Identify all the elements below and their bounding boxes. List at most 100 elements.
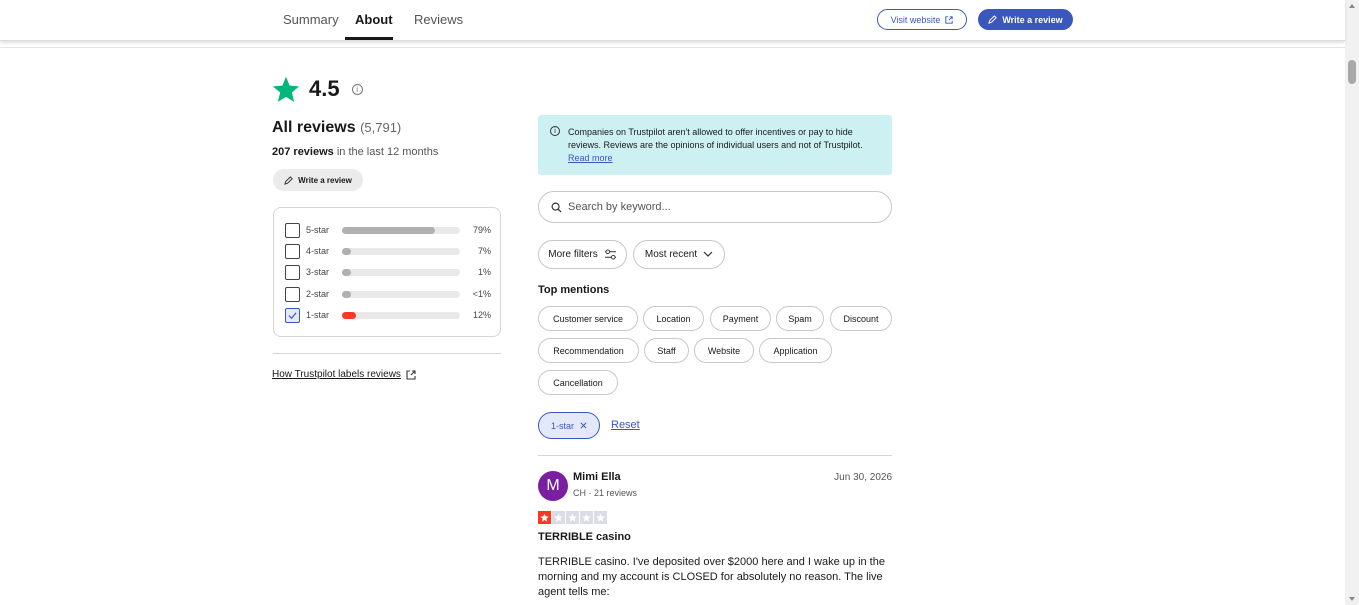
- star-filter-panel: 5-star 79% 4-star 7% 3-star 1% 2-star <1…: [273, 207, 501, 337]
- active-tab-indicator: [345, 37, 393, 40]
- star-filter-bar: [342, 226, 460, 234]
- star-filter-label: 5-star: [306, 225, 330, 235]
- mention-chip[interactable]: Cancellation: [538, 370, 618, 395]
- scroll-up-arrow-icon[interactable]: [1349, 4, 1355, 8]
- star-filter-label: 3-star: [306, 267, 330, 277]
- recent-reviews-count: 207 reviews: [272, 146, 334, 158]
- star-filter-label: 1-star: [306, 310, 330, 320]
- how-trustpilot-labels-link[interactable]: How Trustpilot labels reviews: [272, 369, 416, 380]
- page-scrollbar[interactable]: [1345, 0, 1359, 605]
- info-icon[interactable]: i: [351, 83, 363, 95]
- write-review-button-top[interactable]: Write a review: [978, 9, 1073, 30]
- top-navigation: Summary About Reviews Visit website Writ…: [0, 0, 1345, 41]
- star-filter-percent: 79%: [472, 225, 491, 235]
- star-filter-checkbox[interactable]: [285, 222, 300, 238]
- star-filter-percent: 7%: [477, 246, 491, 256]
- pencil-icon: [988, 15, 998, 24]
- star-filter-percent: 12%: [472, 310, 491, 320]
- review-star-icon: [538, 511, 551, 524]
- star-filter-checkbox[interactable]: [285, 264, 300, 280]
- divider: [273, 353, 501, 354]
- rating-summary: 4.5 i: [272, 75, 363, 103]
- star-filter-row[interactable]: 2-star <1%: [285, 286, 491, 302]
- review-date: Jun 30, 2026: [834, 472, 892, 483]
- active-filter-chip[interactable]: 1-star: [538, 412, 600, 439]
- review-title[interactable]: TERRIBLE casino: [538, 531, 631, 543]
- visit-website-button[interactable]: Visit website: [877, 9, 967, 30]
- avatar[interactable]: M: [538, 471, 568, 501]
- all-reviews-label: All reviews: [272, 119, 356, 136]
- review-body[interactable]: TERRIBLE casino. I've deposited over $20…: [538, 555, 892, 600]
- more-filters-button[interactable]: More filters: [538, 240, 627, 269]
- mention-chip[interactable]: Discount: [830, 306, 892, 331]
- star-filter-bar: [342, 247, 460, 255]
- star-filter-row[interactable]: 5-star 79%: [285, 222, 491, 238]
- star-filter-bar-fill: [342, 268, 351, 276]
- star-filter-percent: <1%: [472, 289, 491, 299]
- recent-reviews-summary: 207 reviews in the last 12 months: [272, 146, 438, 158]
- all-reviews-heading: All reviews (5,791): [272, 119, 401, 137]
- section-separator: [0, 47, 1345, 48]
- review-star-rating: [538, 511, 607, 524]
- recent-reviews-suffix: in the last 12 months: [333, 146, 439, 158]
- star-filter-bar: [342, 311, 460, 319]
- star-filter-row[interactable]: 1-star 12%: [285, 307, 491, 323]
- star-filter-bar-fill: [342, 290, 351, 298]
- tab-reviews[interactable]: Reviews: [414, 12, 463, 27]
- star-filter-checkbox[interactable]: [285, 243, 300, 259]
- write-review-label-top: Write a review: [1002, 14, 1063, 25]
- more-filters-label: More filters: [548, 249, 598, 260]
- star-filter-row[interactable]: 3-star 1%: [285, 264, 491, 280]
- write-review-label: Write a review: [298, 175, 352, 185]
- write-review-button[interactable]: Write a review: [273, 169, 363, 191]
- star-filter-label: 2-star: [306, 289, 330, 299]
- review-star-icon: [566, 511, 579, 524]
- star-filter-bar: [342, 268, 460, 276]
- reset-filters-link[interactable]: Reset: [611, 419, 640, 431]
- mention-chip[interactable]: Staff: [644, 338, 689, 363]
- star-filter-percent: 1%: [477, 267, 491, 277]
- overall-rating: 4.5: [309, 76, 340, 101]
- star-filter-checkbox[interactable]: [285, 286, 300, 302]
- incentives-notice: i Companies on Trustpilot aren't allowed…: [538, 115, 892, 175]
- active-filter-label: 1-star: [550, 420, 574, 431]
- pencil-icon: [284, 175, 293, 185]
- info-icon: i: [550, 126, 560, 136]
- star-filter-checkbox-checked[interactable]: [285, 307, 300, 323]
- review-star-icon: [552, 511, 565, 524]
- reviewer-name[interactable]: Mimi Ella: [573, 471, 621, 483]
- search-icon: [551, 202, 562, 213]
- top-mentions-heading: Top mentions: [538, 284, 610, 296]
- mention-chip[interactable]: Payment: [710, 306, 771, 331]
- star-filter-bar-fill: [342, 311, 356, 319]
- mention-chip[interactable]: Spam: [776, 306, 824, 331]
- tab-summary[interactable]: Summary: [283, 12, 339, 27]
- mention-chip[interactable]: Application: [759, 338, 832, 363]
- scrollbar-thumb[interactable]: [1348, 60, 1356, 84]
- close-icon[interactable]: [580, 422, 587, 429]
- star-filter-bar: [342, 290, 460, 298]
- star-filter-bar-fill: [342, 247, 351, 255]
- how-trustpilot-labels-text: How Trustpilot labels reviews: [272, 369, 401, 380]
- star-filter-row[interactable]: 4-star 7%: [285, 243, 491, 259]
- sort-dropdown[interactable]: Most recent: [633, 240, 725, 269]
- review-star-icon: [594, 511, 607, 524]
- trustpilot-star-icon: [272, 76, 300, 102]
- review-star-icon: [580, 511, 593, 524]
- chevron-down-icon: [703, 251, 713, 257]
- divider: [538, 455, 892, 456]
- external-link-icon: [945, 15, 954, 24]
- search-input[interactable]: [568, 201, 868, 213]
- mention-chip[interactable]: Location: [643, 306, 704, 331]
- star-filter-label: 4-star: [306, 246, 330, 256]
- read-more-link[interactable]: Read more: [568, 153, 613, 163]
- notice-body: Companies on Trustpilot aren't allowed t…: [568, 127, 863, 150]
- reviewer-meta: CH · 21 reviews: [573, 488, 638, 498]
- all-reviews-count: (5,791): [360, 120, 402, 135]
- search-bar[interactable]: [538, 191, 892, 223]
- tab-about[interactable]: About: [355, 12, 393, 27]
- mention-chip[interactable]: Customer service: [538, 306, 638, 331]
- mention-chip[interactable]: Website: [694, 338, 754, 363]
- scroll-down-arrow-icon[interactable]: [1349, 597, 1355, 601]
- mention-chip[interactable]: Recommendation: [538, 338, 639, 363]
